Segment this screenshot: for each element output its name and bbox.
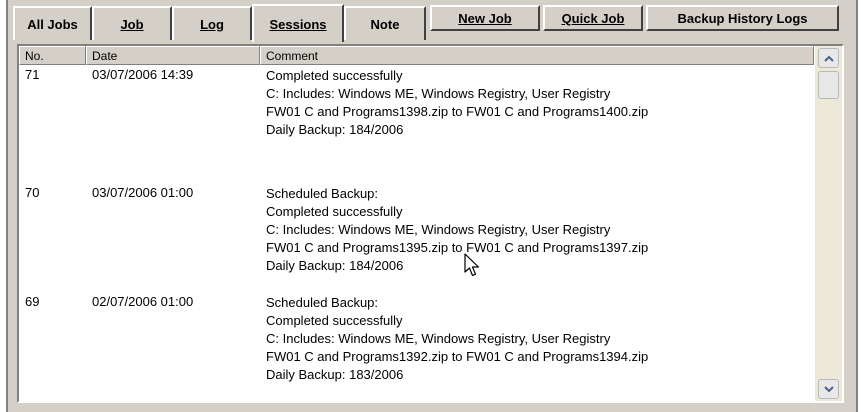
comment-line: Completed successfully <box>266 204 403 219</box>
table-header: No. Date Comment <box>19 46 814 65</box>
comment-line: Daily Backup: 184/2006 <box>266 258 404 273</box>
tab-job[interactable]: Job <box>92 6 172 40</box>
comment-line: Completed successfully <box>266 313 403 328</box>
row-no: 69 <box>25 294 40 309</box>
scrollbar-thumb[interactable] <box>818 71 839 99</box>
new-job-button[interactable]: New Job <box>430 5 540 31</box>
comment-line: Scheduled Backup: <box>266 295 379 310</box>
table-row[interactable]: 70 03/07/2006 01:00 Scheduled Backup: Co… <box>19 183 814 292</box>
column-header-date[interactable]: Date <box>86 46 260 65</box>
quick-job-button[interactable]: Quick Job <box>543 5 643 31</box>
backup-history-logs-label: Backup History Logs <box>677 10 808 26</box>
comment-line: Completed successfully <box>266 68 403 83</box>
comment-line: Daily Backup: 184/2006 <box>266 122 404 137</box>
row-comment: Scheduled Backup: Completed successfully… <box>266 294 648 384</box>
row-comment: Scheduled Backup: Completed successfully… <box>266 185 648 275</box>
comment-line: C: Includes: Windows ME, Windows Registr… <box>266 86 611 101</box>
tab-all-jobs[interactable]: All Jobs <box>13 6 92 40</box>
chevron-down-icon[interactable] <box>818 379 839 399</box>
mouse-pointer-icon <box>464 253 482 282</box>
row-date: 03/07/2006 01:00 <box>92 185 194 200</box>
backup-history-logs-button[interactable]: Backup History Logs <box>646 5 839 31</box>
tab-note[interactable]: Note <box>344 6 426 40</box>
tab-sessions[interactable]: Sessions <box>252 4 344 42</box>
comment-line: FW01 C and Programs1398.zip to FW01 C an… <box>266 104 649 119</box>
row-comment: Completed successfully C: Includes: Wind… <box>266 67 648 139</box>
row-no: 71 <box>25 67 40 82</box>
chevron-up-icon[interactable] <box>818 48 839 68</box>
tab-label: Log <box>200 16 224 32</box>
comment-line: C: Includes: Windows ME, Windows Registr… <box>266 331 611 346</box>
new-job-label: New Job <box>458 10 512 26</box>
comment-line: Scheduled Backup: <box>266 186 379 201</box>
row-no: 70 <box>25 185 40 200</box>
tab-label: Sessions <box>269 16 327 32</box>
sessions-list: 71 03/07/2006 14:39 Completed successful… <box>19 65 814 401</box>
tab-label: Job <box>120 16 144 32</box>
row-date: 02/07/2006 01:00 <box>92 294 194 309</box>
quick-job-label: Quick Job <box>561 10 625 26</box>
tab-label: All Jobs <box>27 16 78 32</box>
column-header-comment[interactable]: Comment <box>260 46 814 65</box>
column-header-no[interactable]: No. <box>19 46 86 65</box>
app-window: All Jobs Job Log Sessions Note New Job Q… <box>6 0 858 412</box>
tab-label: Note <box>370 16 400 32</box>
comment-line: Daily Backup: 183/2006 <box>266 367 404 382</box>
comment-line: C: Includes: Windows ME, Windows Registr… <box>266 222 611 237</box>
sessions-panel: No. Date Comment 71 03/07/2006 14:39 Com… <box>17 44 844 403</box>
comment-line: FW01 C and Programs1392.zip to FW01 C an… <box>266 349 649 364</box>
tab-log[interactable]: Log <box>172 6 252 40</box>
table-row[interactable]: 71 03/07/2006 14:39 Completed successful… <box>19 65 814 183</box>
vertical-scrollbar[interactable] <box>815 46 842 401</box>
table-row[interactable]: 69 02/07/2006 01:00 Scheduled Backup: Co… <box>19 292 814 401</box>
comment-line: FW01 C and Programs1395.zip to FW01 C an… <box>266 240 649 255</box>
row-date: 03/07/2006 14:39 <box>92 67 194 82</box>
